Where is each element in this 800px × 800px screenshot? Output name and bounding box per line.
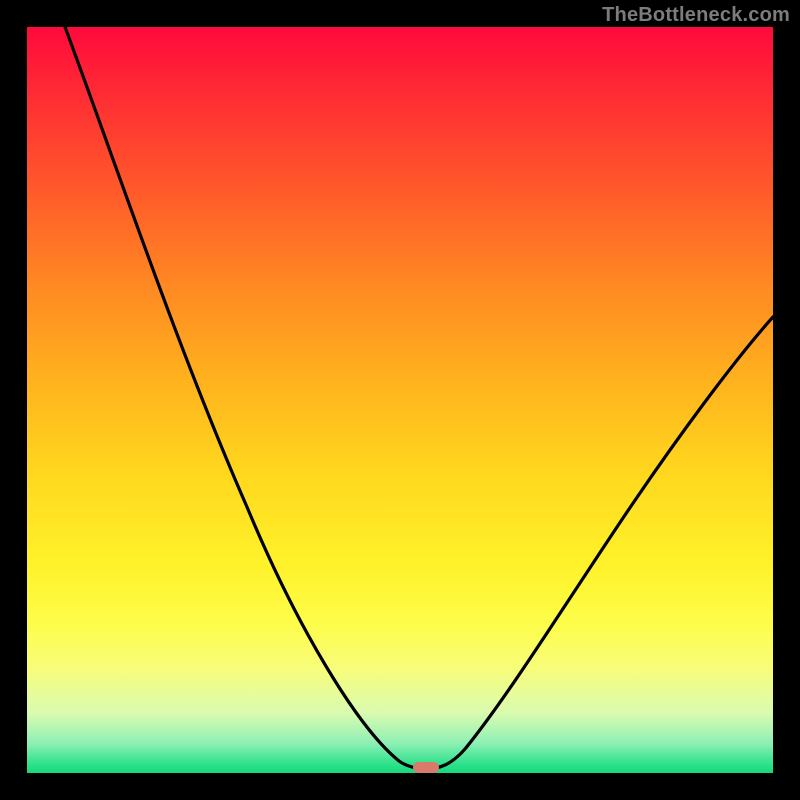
curve-left-branch <box>65 27 425 769</box>
curve-right-branch <box>425 317 773 769</box>
bottleneck-curve <box>27 27 773 773</box>
attribution-text: TheBottleneck.com <box>602 4 790 27</box>
plot-area <box>27 27 773 773</box>
minimum-marker <box>413 762 439 773</box>
chart-frame: TheBottleneck.com <box>0 0 800 800</box>
